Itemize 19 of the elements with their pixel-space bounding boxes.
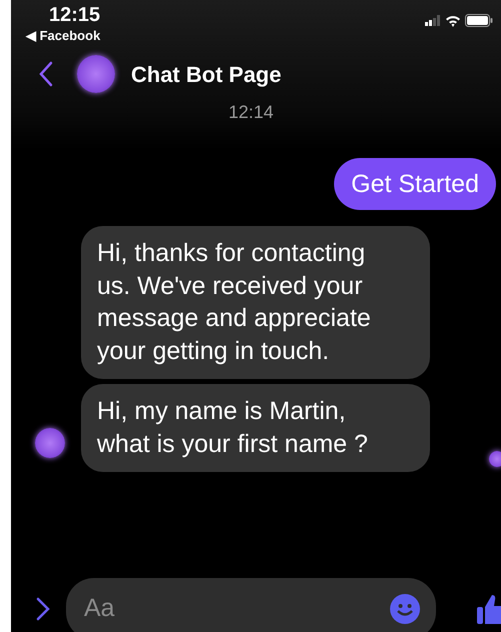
message-field[interactable]: Aa <box>66 578 436 632</box>
thumbs-up-icon[interactable] <box>477 593 501 625</box>
sent-message-bubble: Get Started <box>334 158 496 210</box>
message-input[interactable]: Aa <box>82 589 382 629</box>
chat-title: Chat Bot Page <box>131 60 282 89</box>
battery-icon <box>465 14 493 27</box>
avatar-icon[interactable] <box>77 55 115 93</box>
expand-icon[interactable] <box>36 597 50 621</box>
received-message-bubble: Hi, my name is Martin, what is your first name ? <box>81 384 430 472</box>
back-to-app-link[interactable]: ◀ Facebook <box>26 27 100 45</box>
signal-icon <box>425 15 441 26</box>
back-icon[interactable] <box>39 61 53 87</box>
received-message-bubble: Hi, thanks for contacting us. We've received your message and appreciate your getting in touch. <box>81 226 430 379</box>
avatar-icon <box>35 428 65 458</box>
status-time: 12:15 <box>49 4 100 26</box>
message-timestamp: 12:14 <box>228 102 274 122</box>
wifi-icon <box>445 14 461 26</box>
emoji-icon[interactable] <box>390 594 420 624</box>
read-receipt-icon <box>489 451 501 467</box>
